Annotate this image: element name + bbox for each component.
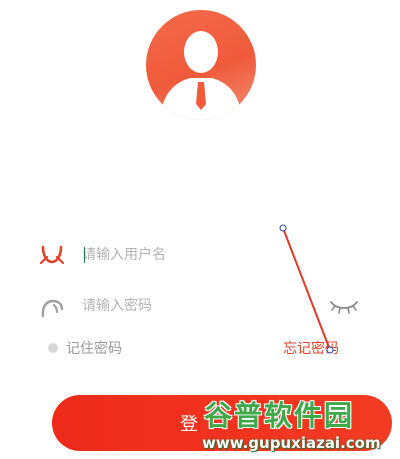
avatar (146, 10, 256, 120)
lock-icon (41, 299, 64, 318)
watermark: 谷普软件园 www.gupuxiazai.com (198, 392, 398, 456)
person-icon (160, 31, 242, 120)
username-row (0, 240, 400, 270)
text-cursor (84, 247, 85, 263)
forgot-password-link[interactable]: 忘记密码 (283, 338, 339, 358)
username-input[interactable] (82, 242, 302, 268)
user-icon (39, 245, 65, 265)
remember-password-checkbox[interactable]: 记住密码 (48, 338, 122, 358)
watermark-title: 谷普软件园 (204, 399, 355, 432)
eye-closed-icon[interactable] (328, 294, 360, 316)
remember-password-label: 记住密码 (66, 341, 122, 357)
password-row (0, 291, 400, 321)
watermark-url: www.gupuxiazai.com (202, 434, 381, 452)
checkbox-dot[interactable] (48, 343, 58, 353)
password-input[interactable] (82, 293, 302, 319)
